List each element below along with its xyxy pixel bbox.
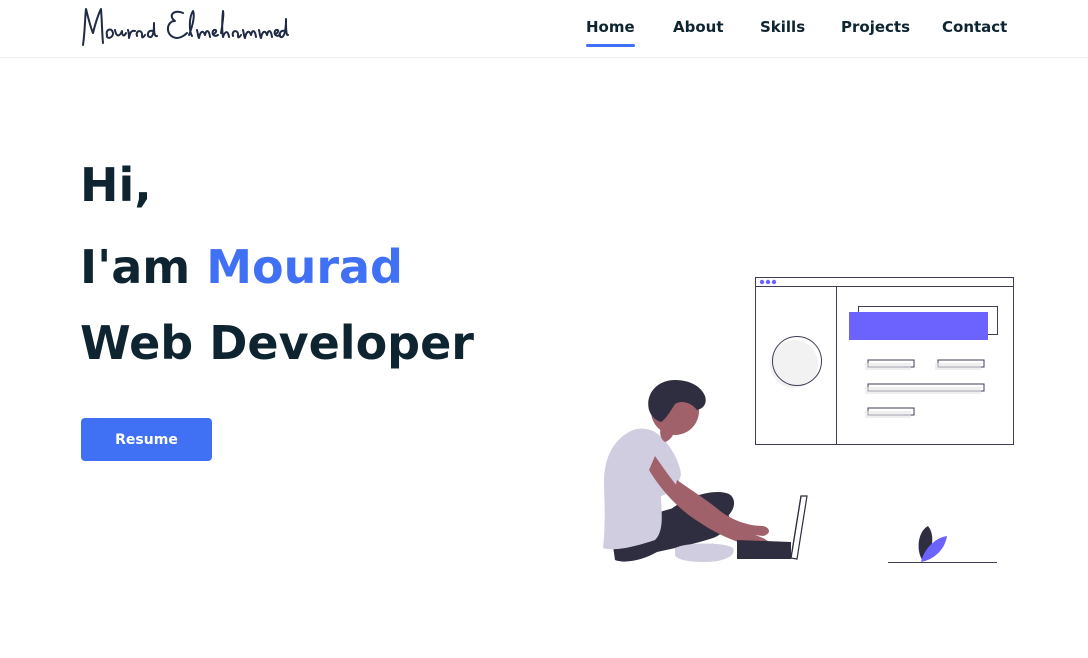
plant-graphic — [888, 526, 997, 563]
hero-role: Web Developer — [80, 316, 474, 370]
illustration-svg — [603, 277, 1014, 563]
site-header: Home About Skills Projects Contact — [0, 0, 1088, 58]
nav-about[interactable]: About — [673, 17, 724, 37]
nav-contact[interactable]: Contact — [942, 17, 1007, 37]
developer-with-laptop-illustration — [595, 270, 1020, 575]
nav-skills[interactable]: Skills — [760, 17, 805, 37]
main-nav: Home About Skills Projects Contact — [0, 17, 1088, 57]
nav-home[interactable]: Home — [586, 17, 635, 47]
nav-projects[interactable]: Projects — [841, 17, 910, 37]
hero-name: Mourad — [206, 240, 403, 294]
hero-intro-prefix: I'am — [80, 240, 207, 294]
resume-button[interactable]: Resume — [81, 418, 212, 461]
browser-window-graphic — [755, 277, 1014, 445]
hero-greeting: Hi, — [80, 158, 152, 212]
hero-intro: I'am Mourad — [80, 237, 403, 297]
